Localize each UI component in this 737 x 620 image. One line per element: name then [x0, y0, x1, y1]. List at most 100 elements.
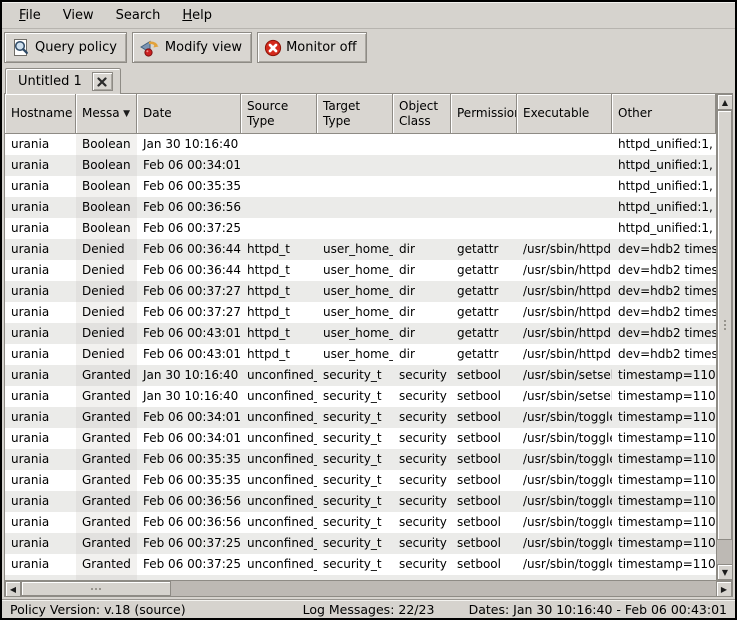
cell-executable: /usr/sbin/httpd — [517, 302, 612, 323]
cell-other: httpd_unified:1, h — [612, 218, 716, 239]
menu-item-view[interactable]: View — [54, 5, 103, 26]
tab-close-button[interactable] — [92, 72, 113, 91]
scroll-left-button[interactable]: ◀ — [5, 581, 21, 597]
cell-hostname: urania — [5, 281, 76, 302]
cell-hostname: urania — [5, 344, 76, 365]
cell-source_type: unconfined_ — [241, 512, 317, 533]
cell-date: Feb 06 00:35:35 — [137, 449, 241, 470]
cell-permission — [451, 176, 517, 197]
column-header-permission[interactable]: Permission — [451, 94, 517, 134]
horizontal-scroll-thumb[interactable] — [21, 581, 171, 596]
modify-view-button[interactable]: Modify view — [132, 32, 252, 63]
table-row[interactable]: uraniaGrantedFeb 06 00:35:35unconfined_s… — [5, 449, 716, 470]
cell-source_type — [241, 218, 317, 239]
cell-hostname: urania — [5, 407, 76, 428]
column-header-other[interactable]: Other — [612, 94, 716, 134]
cell-target_type — [317, 218, 393, 239]
cell-other: httpd_unified:1, h — [612, 197, 716, 218]
column-header-label: Source Type — [247, 99, 288, 128]
column-header-date[interactable]: Date — [137, 94, 241, 134]
column-header-executable[interactable]: Executable — [517, 94, 612, 134]
cell-target_type — [317, 155, 393, 176]
table-row[interactable]: uraniaGrantedJan 30 10:16:40unconfined_s… — [5, 386, 716, 407]
horizontal-scroll-track[interactable] — [21, 581, 716, 596]
cell-executable: /usr/sbin/toggle — [517, 470, 612, 491]
cell-source_type: httpd_t — [241, 260, 317, 281]
table-row[interactable]: uraniaDeniedFeb 06 00:43:01httpd_tuser_h… — [5, 344, 716, 365]
cell-message: Granted — [76, 365, 137, 386]
sort-down-arrow-icon: ▼ — [123, 109, 132, 119]
cell-other: timestamp=11076 — [612, 428, 716, 449]
table-row[interactable]: uraniaGrantedFeb 06 00:36:56unconfined_s… — [5, 512, 716, 533]
scroll-right-button[interactable]: ▶ — [716, 581, 732, 597]
table-row[interactable]: uraniaDeniedFeb 06 00:36:44httpd_tuser_h… — [5, 260, 716, 281]
cell-hostname: urania — [5, 491, 76, 512]
column-header-object_class[interactable]: Object Class — [393, 94, 451, 134]
cell-object_class — [393, 176, 451, 197]
column-header-label: Hostname — [11, 106, 72, 120]
table-row[interactable]: uraniaBooleanFeb 06 00:35:35httpd_unifie… — [5, 176, 716, 197]
table-row[interactable]: uraniaGrantedFeb 06 00:37:25unconfined_s… — [5, 533, 716, 554]
table-row[interactable]: uraniaBooleanFeb 06 00:36:56httpd_unifie… — [5, 197, 716, 218]
cell-target_type: security_t — [317, 512, 393, 533]
table-row[interactable]: uraniaDeniedFeb 06 00:37:27httpd_tuser_h… — [5, 281, 716, 302]
dates-label: Dates: Jan 30 10:16:40 - Feb 06 00:43:01 — [434, 602, 727, 617]
scroll-up-button[interactable]: ▲ — [717, 94, 732, 110]
table-row[interactable]: uraniaGrantedFeb 06 00:36:56unconfined_s… — [5, 491, 716, 512]
column-header-label: Object Class — [399, 99, 438, 128]
table-row[interactable]: uraniaDeniedFeb 06 00:36:44httpd_tuser_h… — [5, 239, 716, 260]
table-row[interactable]: uraniaGrantedJan 30 10:16:40unconfined_s… — [5, 365, 716, 386]
cell-source_type: unconfined_ — [241, 386, 317, 407]
cell-target_type: security_t — [317, 533, 393, 554]
arrow-left-icon: ◀ — [10, 585, 16, 594]
table-row[interactable]: uraniaGrantedFeb 06 00:37:25unconfined_s… — [5, 554, 716, 575]
cell-target_type: user_home_ — [317, 239, 393, 260]
table-row[interactable]: uraniaGrantedFeb 06 00:34:01unconfined_s… — [5, 428, 716, 449]
cell-source_type: httpd_t — [241, 239, 317, 260]
cell-object_class: security — [393, 554, 451, 575]
cell-target_type: user_home_ — [317, 302, 393, 323]
cell-hostname: urania — [5, 554, 76, 575]
vertical-scrollbar[interactable]: ▲ ▼ — [716, 94, 732, 580]
menu-item-help[interactable]: Help — [173, 5, 221, 26]
cell-other: timestamp=11076 — [612, 491, 716, 512]
menu-item-search[interactable]: Search — [107, 5, 170, 26]
horizontal-scrollbar[interactable]: ◀ ▶ — [5, 580, 732, 596]
table-row[interactable]: uraniaBooleanJan 30 10:16:40httpd_unifie… — [5, 134, 716, 155]
vertical-scroll-track[interactable] — [717, 110, 732, 564]
vertical-scroll-thumb[interactable] — [717, 110, 732, 540]
cell-target_type: user_home_ — [317, 323, 393, 344]
cell-target_type: user_home_ — [317, 344, 393, 365]
table-row[interactable]: uraniaDeniedFeb 06 00:43:01httpd_tuser_h… — [5, 323, 716, 344]
cell-source_type: httpd_t — [241, 344, 317, 365]
cell-other: dev=hdb2 timesta — [612, 260, 716, 281]
cell-executable: /usr/sbin/toggle — [517, 533, 612, 554]
table-row[interactable]: uraniaDeniedFeb 06 00:37:27httpd_tuser_h… — [5, 302, 716, 323]
column-header-target_type[interactable]: Target Type — [317, 94, 393, 134]
tab-untitled-1[interactable]: Untitled 1 — [5, 68, 121, 94]
cell-hostname: urania — [5, 134, 76, 155]
menu-item-file[interactable]: File — [10, 5, 50, 26]
column-header-source_type[interactable]: Source Type — [241, 94, 317, 134]
cell-message: Denied — [76, 281, 137, 302]
cell-target_type: security_t — [317, 491, 393, 512]
column-header-hostname[interactable]: Hostname — [5, 94, 76, 134]
column-header-label: Permission — [457, 106, 517, 120]
query-policy-button[interactable]: Query policy — [4, 32, 127, 63]
cell-date: Feb 06 00:34:01 — [137, 428, 241, 449]
cell-date: Feb 06 00:37:27 — [137, 281, 241, 302]
cell-permission — [451, 155, 517, 176]
scroll-down-button[interactable]: ▼ — [717, 564, 732, 580]
cell-object_class: security — [393, 386, 451, 407]
cell-executable: /usr/sbin/toggle — [517, 512, 612, 533]
table-row[interactable]: uraniaGrantedFeb 06 00:34:01unconfined_s… — [5, 407, 716, 428]
cell-target_type: user_home_ — [317, 281, 393, 302]
column-header-message[interactable]: Messa▼ — [76, 94, 137, 134]
cell-hostname: urania — [5, 323, 76, 344]
table-row[interactable]: uraniaGrantedFeb 06 00:35:35unconfined_s… — [5, 470, 716, 491]
monitor-off-button[interactable]: Monitor off — [257, 32, 366, 63]
table-row[interactable]: uraniaBooleanFeb 06 00:37:25httpd_unifie… — [5, 218, 716, 239]
table-row[interactable]: uraniaBooleanFeb 06 00:34:01httpd_unifie… — [5, 155, 716, 176]
cell-target_type: security_t — [317, 554, 393, 575]
cell-date: Jan 30 10:16:40 — [137, 365, 241, 386]
